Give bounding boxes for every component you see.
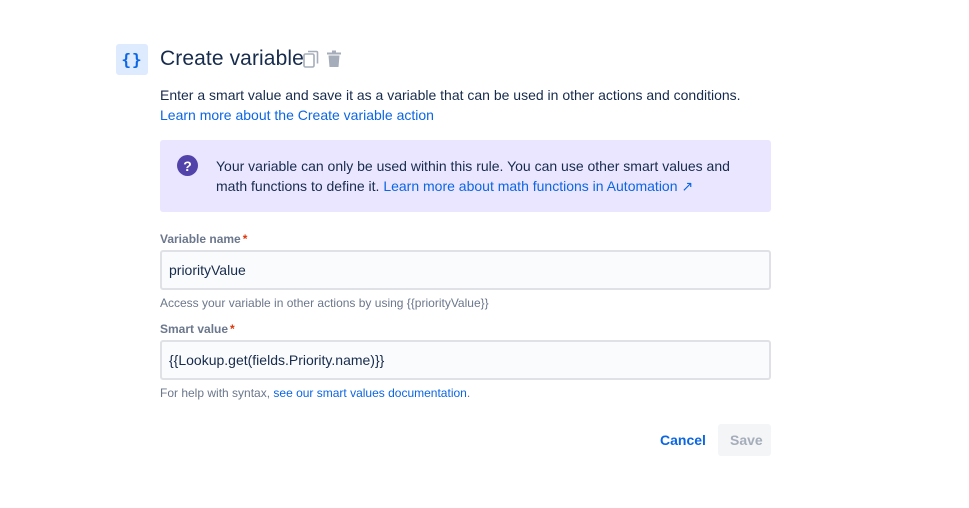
question-icon: ? bbox=[177, 155, 198, 176]
smart-value-input[interactable] bbox=[160, 340, 771, 380]
required-indicator: * bbox=[242, 232, 248, 246]
action-description: Enter a smart value and save it as a var… bbox=[160, 85, 780, 125]
info-panel: ? Your variable can only be used within … bbox=[160, 140, 771, 212]
variable-name-helper: Access your variable in other actions by… bbox=[160, 296, 489, 310]
smart-value-label: Smart value * bbox=[160, 322, 235, 336]
smart-values-docs-link[interactable]: see our smart values documentation bbox=[273, 386, 466, 400]
required-indicator: * bbox=[230, 322, 235, 336]
save-button[interactable]: Save bbox=[718, 424, 771, 456]
curly-braces-icon: {} bbox=[116, 44, 148, 75]
smart-value-helper: For help with syntax, see our smart valu… bbox=[160, 386, 471, 400]
variable-name-label: Variable name * bbox=[160, 232, 248, 246]
trash-icon[interactable] bbox=[326, 50, 344, 70]
info-message: Your variable can only be used within th… bbox=[216, 156, 756, 196]
cancel-button[interactable]: Cancel bbox=[648, 424, 714, 456]
page-title: Create variable bbox=[160, 47, 304, 70]
variable-name-input[interactable] bbox=[160, 250, 771, 290]
learn-more-create-variable-link[interactable]: Learn more about the Create variable act… bbox=[160, 107, 434, 123]
copy-icon[interactable] bbox=[303, 50, 321, 70]
learn-more-math-functions-link[interactable]: Learn more about math functions in Autom… bbox=[383, 178, 693, 194]
description-text: Enter a smart value and save it as a var… bbox=[160, 87, 741, 103]
